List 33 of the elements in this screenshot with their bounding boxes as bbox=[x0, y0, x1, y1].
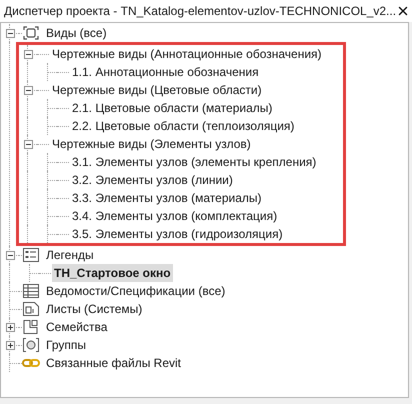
legend-icon bbox=[22, 247, 40, 263]
family-icon bbox=[22, 319, 40, 335]
window-title: Диспетчер проекта - TN_Katalog-elementov-uzlov-TECHNONICOL_v2... bbox=[4, 3, 396, 20]
tree-item[interactable]: Семейства bbox=[44, 318, 110, 336]
collapse-toggle[interactable] bbox=[24, 86, 32, 94]
tree-item[interactable]: Чертежные виды (Аннотационные обозначения) bbox=[50, 45, 324, 63]
expand-toggle[interactable] bbox=[6, 322, 14, 332]
tree-item[interactable]: Связанные файлы Revit bbox=[44, 354, 184, 372]
tree-item[interactable]: Листы (Системы) bbox=[44, 300, 144, 318]
view-frame-icon bbox=[22, 25, 40, 41]
tree-item[interactable]: Ведомости/Спецификации (все) bbox=[44, 282, 228, 300]
tree-item[interactable]: 2.1. Цветовые области (материалы) bbox=[70, 99, 274, 117]
collapse-toggle[interactable] bbox=[6, 28, 14, 38]
tree-item[interactable]: Виды (все) bbox=[44, 24, 109, 42]
tree-item[interactable]: 3.3. Элементы узлов (материалы) bbox=[70, 189, 264, 207]
tree-item[interactable]: 3.2. Элементы узлов (линии) bbox=[70, 171, 235, 189]
tree-item[interactable]: Чертежные виды (Цветовые области) bbox=[50, 81, 264, 99]
tree-item[interactable]: Группы bbox=[44, 336, 88, 354]
tree-item[interactable]: 3.5. Элементы узлов (гидроизоляция) bbox=[70, 225, 285, 243]
table-icon bbox=[22, 283, 40, 299]
sheet-icon bbox=[22, 301, 40, 317]
tree-item[interactable]: 3.1. Элементы узлов (элементы крепления) bbox=[70, 153, 318, 171]
tree-item[interactable]: Чертежные виды (Элементы узлов) bbox=[50, 135, 253, 153]
tree-item[interactable]: 1.1. Аннотационные обозначения bbox=[70, 63, 261, 81]
expand-toggle[interactable] bbox=[6, 340, 14, 350]
collapse-toggle[interactable] bbox=[24, 140, 32, 148]
tree-item[interactable]: 2.2. Цветовые области (теплоизоляция) bbox=[70, 117, 296, 135]
group-icon bbox=[22, 337, 40, 353]
tree-item[interactable]: ТН_Стартовое окно bbox=[52, 264, 173, 282]
tree-item[interactable]: Легенды bbox=[44, 246, 96, 264]
collapse-toggle[interactable] bbox=[24, 50, 32, 58]
collapse-toggle[interactable] bbox=[6, 250, 14, 260]
tree-item[interactable]: 3.4. Элементы узлов (комплектация) bbox=[70, 207, 280, 225]
